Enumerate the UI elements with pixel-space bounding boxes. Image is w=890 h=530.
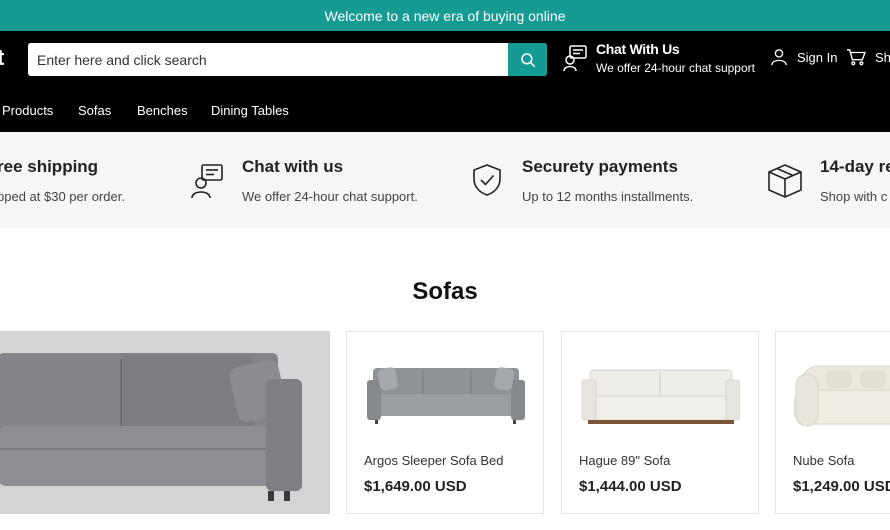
announcement-text: Welcome to a new era of buying online: [324, 7, 566, 24]
search-bar: [28, 43, 547, 76]
shield-check-icon: [473, 164, 501, 196]
feature-title: ree shipping: [0, 157, 99, 176]
nav-item-products[interactable]: Products: [2, 103, 53, 118]
search-button[interactable]: [508, 43, 547, 76]
site-header: t Chat With Us We offer 24-hour chat sup…: [0, 31, 890, 88]
features-strip: ree shipping pped at $30 per order. Chat…: [0, 132, 890, 228]
sofa-illustration: [0, 331, 330, 514]
search-icon: [520, 52, 535, 67]
product-image: [581, 369, 740, 424]
product-card[interactable]: Nube Sofa $1,249.00 USD: [775, 331, 890, 514]
product-name[interactable]: Argos Sleeper Sofa Bed: [364, 453, 503, 468]
chat-icon: [191, 164, 223, 199]
feature-title: Securety payments: [522, 157, 678, 176]
box-icon: [768, 164, 802, 198]
sign-in-label: Sign In: [797, 49, 838, 65]
search-input[interactable]: [28, 43, 508, 76]
chat-with-us-link[interactable]: Chat With Us We offer 24-hour chat suppo…: [562, 41, 755, 75]
product-card[interactable]: Hague 89" Sofa $1,444.00 USD: [561, 331, 759, 514]
featured-sofa-image[interactable]: [0, 331, 330, 514]
nav-item-dining-tables[interactable]: Dining Tables: [211, 103, 289, 118]
announcement-bar: Welcome to a new era of buying online: [0, 0, 890, 31]
product-price: $1,249.00 USD: [793, 478, 890, 495]
chat-support-icon: [563, 45, 587, 72]
product-name[interactable]: Nube Sofa: [793, 453, 854, 468]
product-name[interactable]: Hague 89" Sofa: [579, 453, 670, 468]
feature-returns: 14-day re Shop with c: [820, 157, 890, 204]
product-image: [367, 367, 525, 424]
feature-title: Chat with us: [242, 157, 344, 176]
main-nav: Products Sofas Benches Dining Tables: [0, 88, 890, 132]
product-price: $1,444.00 USD: [579, 478, 682, 495]
chat-title: Chat With Us: [596, 41, 680, 57]
user-icon: [771, 49, 787, 66]
product-image: [794, 365, 890, 427]
shopping-cart-link[interactable]: Sh: [846, 48, 890, 66]
feature-shipping: ree shipping pped at $30 per order.: [0, 157, 125, 204]
feature-payments: Securety payments Up to 12 months instal…: [522, 157, 693, 204]
chat-subtitle: We offer 24-hour chat support: [596, 61, 755, 75]
logo[interactable]: t: [0, 45, 4, 71]
cart-icon: [847, 49, 866, 66]
feature-subtitle: We offer 24-hour chat support.: [242, 189, 418, 204]
product-card[interactable]: Argos Sleeper Sofa Bed $1,649.00 USD: [346, 331, 544, 514]
sign-in-link[interactable]: Sign In: [770, 48, 837, 66]
feature-subtitle: Up to 12 months installments.: [522, 189, 694, 204]
feature-subtitle: pped at $30 per order.: [0, 189, 125, 204]
nav-item-benches[interactable]: Benches: [137, 103, 188, 118]
product-price: $1,649.00 USD: [364, 478, 467, 495]
nav-item-sofas[interactable]: Sofas: [78, 103, 111, 118]
feature-chat: Chat with us We offer 24-hour chat suppo…: [242, 157, 418, 204]
feature-subtitle: Shop with c: [820, 189, 888, 204]
feature-title: 14-day re: [820, 157, 890, 176]
section-title: Sofas: [412, 278, 478, 305]
cart-label: Sh: [875, 49, 890, 65]
